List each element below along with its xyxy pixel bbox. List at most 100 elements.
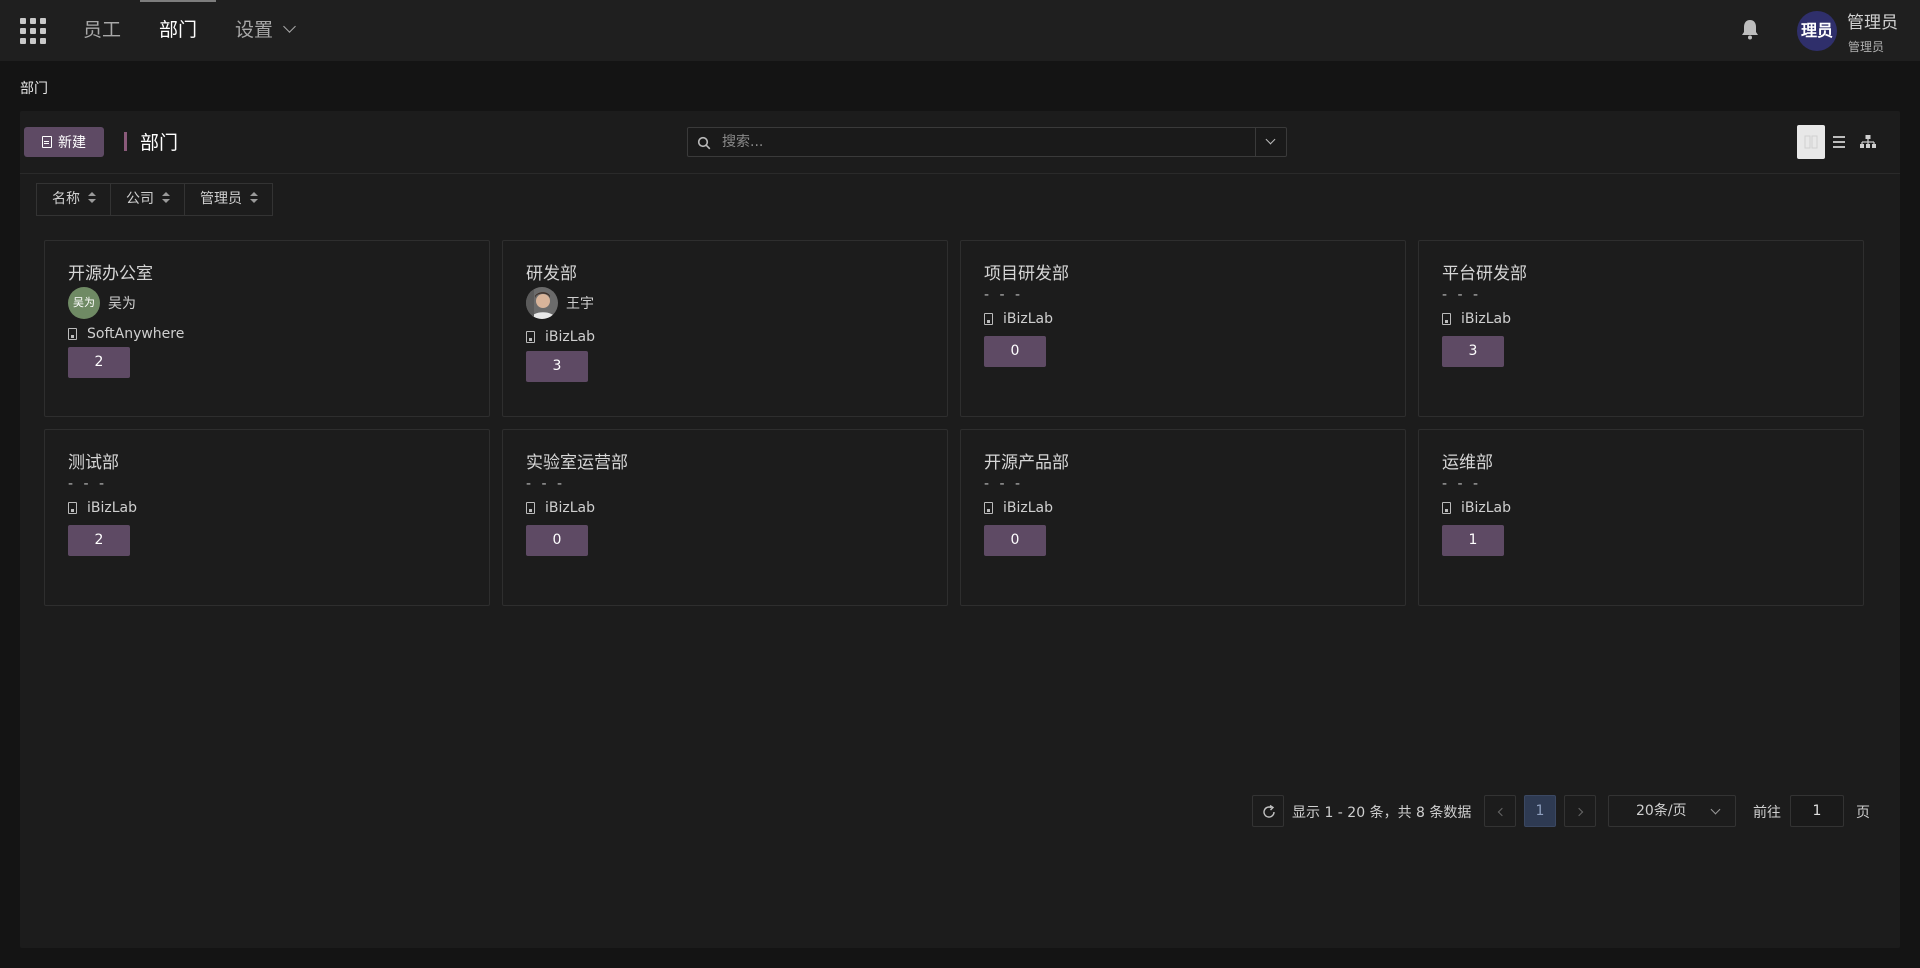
building-icon — [1442, 313, 1451, 325]
apps-grid-icon[interactable] — [20, 18, 48, 44]
company-row: iBizLab — [1442, 500, 1511, 516]
nav-item-settings-label: 设置 — [235, 19, 274, 41]
company-row: iBizLab — [526, 500, 595, 516]
company-name: iBizLab — [545, 329, 595, 345]
manager-name: 吴为 — [108, 296, 136, 312]
member-count-badge: 0 — [984, 336, 1046, 367]
nav-item-employees[interactable]: 员工 — [83, 0, 121, 61]
page-number-current[interactable]: 1 — [1524, 795, 1556, 827]
company-name: iBizLab — [1003, 500, 1053, 516]
member-count-badge: 0 — [526, 525, 588, 556]
member-count-badge: 2 — [68, 347, 130, 378]
building-icon — [526, 331, 535, 343]
company-name: iBizLab — [1461, 500, 1511, 516]
card-view-button[interactable] — [1797, 125, 1825, 159]
search-input[interactable] — [722, 128, 1242, 156]
search-box — [687, 127, 1287, 157]
department-card[interactable]: 运维部 - - - iBizLab 1 — [1418, 429, 1864, 606]
user-avatar[interactable]: 理员 — [1797, 11, 1837, 51]
member-count-badge: 1 — [1442, 525, 1504, 556]
goto-page-input[interactable] — [1790, 795, 1844, 827]
member-count-badge: 0 — [984, 525, 1046, 556]
list-view-button[interactable] — [1825, 125, 1853, 159]
department-card[interactable]: 平台研发部 - - - iBizLab 3 — [1418, 240, 1864, 417]
chevron-down-icon — [283, 20, 296, 33]
title-accent-bar — [124, 132, 127, 151]
department-name: 研发部 — [526, 264, 577, 284]
company-row: iBizLab — [1442, 311, 1511, 327]
department-card[interactable]: 开源办公室 吴为 吴为 SoftAnywhere 2 — [44, 240, 490, 417]
company-name: iBizLab — [545, 500, 595, 516]
search-options-dropdown[interactable] — [1255, 128, 1286, 156]
sort-bar: 名称 公司 管理员 — [36, 183, 273, 216]
sort-by-manager[interactable]: 管理员 — [185, 184, 272, 215]
member-count-badge: 3 — [526, 351, 588, 382]
building-icon — [68, 328, 77, 340]
building-icon — [984, 313, 993, 325]
nav-item-settings[interactable]: 设置 — [235, 0, 296, 61]
department-card[interactable]: 开源产品部 - - - iBizLab 0 — [960, 429, 1406, 606]
top-navbar: 员工 部门 设置 理员 管理员 管理员 — [0, 0, 1920, 61]
building-icon — [526, 502, 535, 514]
department-card[interactable]: 实验室运营部 - - - iBizLab 0 — [502, 429, 948, 606]
building-icon — [68, 502, 77, 514]
company-name: iBizLab — [1461, 311, 1511, 327]
department-name: 测试部 — [68, 453, 119, 473]
company-row: iBizLab — [68, 500, 137, 516]
chevron-right-icon — [1574, 807, 1583, 817]
new-button[interactable]: 新建 — [24, 127, 104, 157]
department-card[interactable]: 项目研发部 - - - iBizLab 0 — [960, 240, 1406, 417]
manager-name: 王宇 — [566, 296, 594, 312]
sort-by-company[interactable]: 公司 — [111, 184, 185, 215]
company-row: SoftAnywhere — [68, 326, 184, 342]
company-row: iBizLab — [984, 500, 1053, 516]
sort-label: 公司 — [126, 191, 154, 207]
department-card[interactable]: 测试部 - - - iBizLab 2 — [44, 429, 490, 606]
manager-empty: - - - — [984, 287, 1024, 303]
member-count-badge: 2 — [68, 525, 130, 556]
toolbar-divider — [20, 173, 1900, 174]
page-suffix: 页 — [1856, 805, 1870, 821]
building-icon — [1442, 502, 1451, 514]
next-page-button[interactable] — [1564, 795, 1596, 827]
pagination-info: 显示 1 - 20 条，共 8 条数据 — [1292, 805, 1472, 821]
refresh-icon — [1263, 804, 1275, 818]
user-name[interactable]: 管理员 — [1847, 8, 1898, 33]
manager-row: 王宇 — [526, 287, 594, 319]
department-name: 开源办公室 — [68, 264, 153, 284]
department-name: 平台研发部 — [1442, 264, 1527, 284]
breadcrumb: 部门 — [20, 81, 48, 97]
sort-label: 管理员 — [200, 191, 242, 207]
company-row: iBizLab — [526, 329, 595, 345]
goto-label: 前往 — [1753, 805, 1781, 821]
member-count-badge: 3 — [1442, 336, 1504, 367]
sort-label: 名称 — [52, 191, 80, 207]
nav-item-departments[interactable]: 部门 — [139, 0, 217, 61]
chevron-left-icon — [1497, 807, 1506, 817]
tree-view-button[interactable] — [1854, 125, 1882, 159]
manager-empty: - - - — [1442, 287, 1482, 303]
manager-empty: - - - — [68, 476, 108, 492]
department-name: 运维部 — [1442, 453, 1493, 473]
refresh-button[interactable] — [1252, 795, 1284, 827]
company-name: iBizLab — [1003, 311, 1053, 327]
manager-row: 吴为 吴为 — [68, 287, 136, 319]
building-icon — [984, 502, 993, 514]
sort-by-name[interactable]: 名称 — [37, 184, 111, 215]
department-name: 项目研发部 — [984, 264, 1069, 284]
bell-icon[interactable] — [1740, 18, 1760, 44]
department-name: 开源产品部 — [984, 453, 1069, 473]
page-title: 部门 — [140, 132, 179, 154]
prev-page-button[interactable] — [1484, 795, 1516, 827]
list-view-icon — [1833, 136, 1845, 148]
sort-arrows-icon — [162, 192, 170, 204]
org-tree-icon — [1860, 135, 1876, 148]
manager-empty: - - - — [526, 476, 566, 492]
document-icon — [42, 136, 52, 148]
manager-empty: - - - — [1442, 476, 1482, 492]
manager-empty: - - - — [984, 476, 1024, 492]
company-name: SoftAnywhere — [87, 326, 185, 342]
sort-arrows-icon — [250, 192, 258, 204]
page-size-select[interactable]: 20条/页 — [1608, 795, 1736, 827]
department-card[interactable]: 研发部 王宇 iBizLab 3 — [502, 240, 948, 417]
